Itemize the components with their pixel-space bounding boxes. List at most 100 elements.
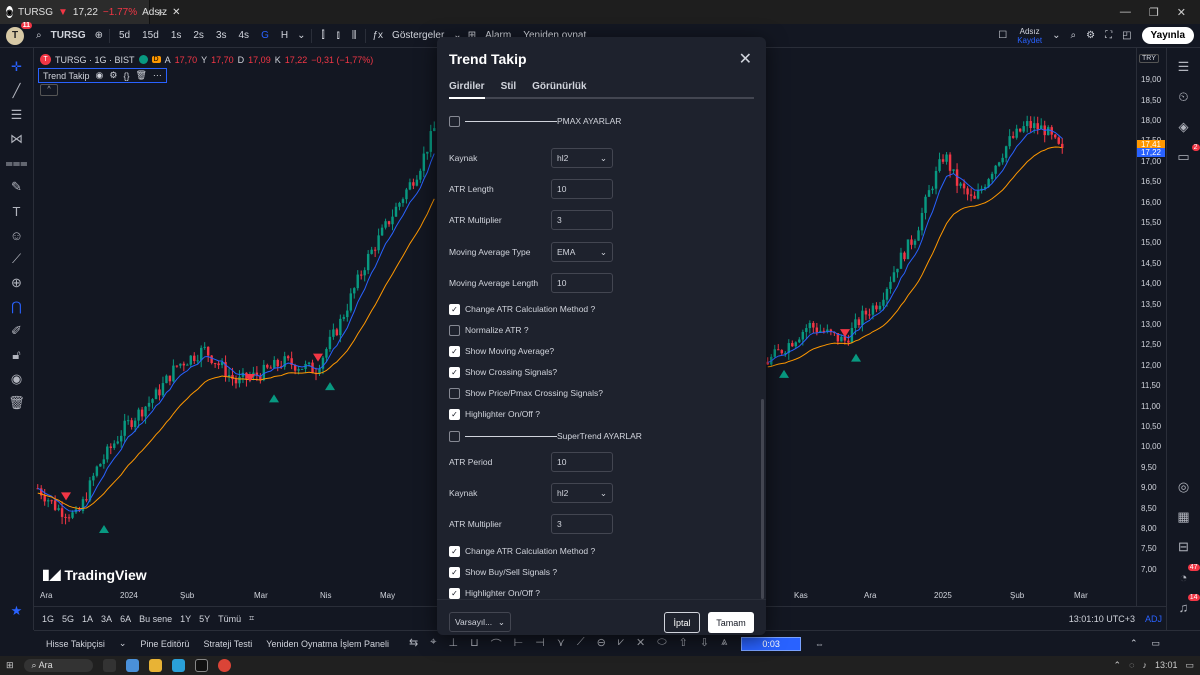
- candle-style-icon[interactable]: ⫿: [318, 30, 327, 41]
- tab-style[interactable]: Stil: [501, 81, 517, 97]
- range-3a[interactable]: 3A: [101, 614, 112, 624]
- change-atr-checkbox[interactable]: ✓: [449, 303, 460, 315]
- interval-dropdown-icon[interactable]: ⌄: [297, 30, 305, 41]
- browser-tab[interactable]: ◉ TURSG ▼ 17,22 −1.77% Adsız ✕: [0, 0, 181, 24]
- atr-period-input[interactable]: 10: [551, 452, 613, 472]
- normalize-atr-checkbox[interactable]: [449, 324, 460, 336]
- show-buy-sell-checkbox[interactable]: ✓: [449, 566, 460, 578]
- interval-g[interactable]: G: [258, 30, 272, 41]
- panel-collapse-icon[interactable]: ⌃: [1130, 638, 1138, 649]
- tool-icon[interactable]: ⊔: [470, 636, 479, 652]
- source-2-select[interactable]: hl2 ⌄: [551, 483, 613, 503]
- settings-gear-icon[interactable]: ⚙: [109, 70, 117, 81]
- notifications-icon[interactable]: ◔ 47: [1174, 564, 1200, 586]
- task-view-icon[interactable]: [102, 659, 116, 672]
- indicator-legend-row[interactable]: Trend Takip ◉ ⚙ {} 🗑︎ ⋯: [38, 68, 167, 83]
- tradingview-app-icon[interactable]: [194, 659, 208, 672]
- eye-icon[interactable]: ◉: [96, 70, 104, 81]
- atr-multiplier-input[interactable]: 3: [551, 210, 613, 230]
- new-tab-button[interactable]: +: [150, 4, 170, 20]
- interval-4s[interactable]: 4s: [236, 30, 253, 41]
- replay-swap-icon[interactable]: ⇔: [815, 639, 824, 649]
- legend-title[interactable]: TURSG · 1G · BIST: [55, 55, 135, 65]
- tab-replay-panel[interactable]: Yeniden Oynatma İşlem Paneli: [266, 639, 389, 649]
- symbol-search-icon[interactable]: ⌕: [36, 30, 42, 41]
- interval-5d[interactable]: 5d: [116, 30, 133, 41]
- emoji-icon[interactable]: ☺: [6, 226, 28, 244]
- clock[interactable]: 13:01:10 UTC+3: [1069, 614, 1135, 624]
- tool-icon[interactable]: ⌖: [430, 636, 436, 652]
- settings-gear-icon[interactable]: ⚙: [1086, 30, 1095, 41]
- tool-icon[interactable]: ⩓: [721, 636, 727, 652]
- tab-inputs[interactable]: Girdiler: [449, 81, 485, 99]
- interval-2s[interactable]: 2s: [190, 30, 207, 41]
- replay-timer[interactable]: 0:03: [741, 636, 801, 651]
- screener-dropdown-icon[interactable]: ⌄: [119, 638, 127, 649]
- source-select[interactable]: hl2 ⌄: [551, 148, 613, 168]
- minimize-icon[interactable]: —: [1120, 6, 1131, 19]
- tool-icon[interactable]: ⇆: [409, 636, 418, 652]
- tab-close-icon[interactable]: ✕: [172, 7, 180, 18]
- symbol-button[interactable]: TURSG: [48, 30, 89, 41]
- text-tool-icon[interactable]: T: [6, 202, 28, 220]
- layout-icon[interactable]: ☐: [998, 30, 1007, 41]
- defaults-button[interactable]: Varsayıl... ⌄: [449, 612, 511, 632]
- tab-pine-editor[interactable]: Pine Editörü: [140, 639, 189, 649]
- interval-1s[interactable]: 1s: [168, 30, 185, 41]
- tab-visibility[interactable]: Görünürlük: [532, 81, 586, 97]
- tool-icon[interactable]: ✕: [636, 636, 645, 652]
- tool-icon[interactable]: ⊢: [514, 636, 524, 652]
- range-5y[interactable]: 5Y: [199, 614, 210, 624]
- range-5g[interactable]: 5G: [62, 614, 74, 624]
- tool-icon[interactable]: ⌒: [491, 636, 502, 652]
- tool-icon[interactable]: ⋎: [557, 636, 565, 652]
- lock-icon[interactable]: 🔓︎: [6, 346, 28, 364]
- tool-icon[interactable]: ⟋: [577, 636, 585, 652]
- range-1y[interactable]: 1Y: [180, 614, 191, 624]
- range-1g[interactable]: 1G: [42, 614, 54, 624]
- range-ytd[interactable]: Bu sene: [139, 614, 172, 624]
- more-icon[interactable]: ⋯: [153, 70, 162, 81]
- trash-icon[interactable]: 🗑︎: [6, 394, 28, 412]
- avatar[interactable]: T 11: [6, 21, 32, 45]
- tool-icon[interactable]: ⊖: [597, 636, 606, 652]
- tool-icon[interactable]: ⇧: [679, 636, 688, 652]
- eye-icon[interactable]: ◉: [6, 370, 28, 388]
- tool-icon[interactable]: ⩗: [618, 636, 624, 652]
- close-window-icon[interactable]: ✕: [1177, 6, 1186, 19]
- collapse-legend-button[interactable]: ^: [40, 84, 58, 96]
- tool-icon[interactable]: ⊥: [448, 636, 458, 652]
- source-code-icon[interactable]: {}: [123, 71, 129, 81]
- ma-type-select[interactable]: EMA ⌄: [551, 242, 613, 262]
- brush-icon[interactable]: ✎: [6, 178, 28, 196]
- line-style-icon[interactable]: ⫼: [349, 30, 360, 41]
- highlighter-1-checkbox[interactable]: ✓: [449, 408, 460, 420]
- watchlist-icon[interactable]: ☰: [1174, 58, 1194, 76]
- windows-start-icon[interactable]: ⊞: [6, 660, 14, 671]
- explorer-icon[interactable]: [148, 659, 162, 672]
- supertrend-header-checkbox[interactable]: [449, 430, 460, 442]
- ok-button[interactable]: Tamam: [708, 612, 754, 633]
- star-icon[interactable]: ★: [6, 602, 28, 620]
- date-range-icon[interactable]: ⌗: [249, 613, 254, 624]
- show-crossing-checkbox[interactable]: ✓: [449, 366, 460, 378]
- trash-icon[interactable]: 🗑︎: [135, 70, 146, 81]
- volume-icon[interactable]: ♪: [1142, 660, 1147, 671]
- tool-icon[interactable]: ⇩: [700, 636, 709, 652]
- add-symbol-icon[interactable]: ⊕: [95, 30, 103, 41]
- interval-15d[interactable]: 15d: [139, 30, 162, 41]
- tray-chevron-icon[interactable]: ⌃: [1114, 660, 1122, 671]
- bell-icon[interactable]: ♫ 14: [1174, 594, 1200, 616]
- tool-icon[interactable]: ⊣: [535, 636, 545, 652]
- alerts-clock-icon[interactable]: ⏲: [1174, 88, 1194, 106]
- broker-icon[interactable]: ⊟: [1174, 538, 1194, 556]
- currency-select[interactable]: TRY: [1139, 54, 1159, 63]
- layout-dropdown-icon[interactable]: ⌄: [1052, 30, 1060, 41]
- fullscreen-icon[interactable]: ⛶: [1105, 30, 1112, 41]
- tab-strategy-tester[interactable]: Strateji Testi: [203, 639, 252, 649]
- user-box[interactable]: Adsız Kaydet: [1017, 27, 1042, 45]
- pmax-header-checkbox[interactable]: [449, 115, 460, 127]
- zoom-icon[interactable]: ⊕: [6, 274, 28, 292]
- edge-icon[interactable]: [125, 659, 139, 672]
- range-all[interactable]: Tümü: [218, 614, 241, 624]
